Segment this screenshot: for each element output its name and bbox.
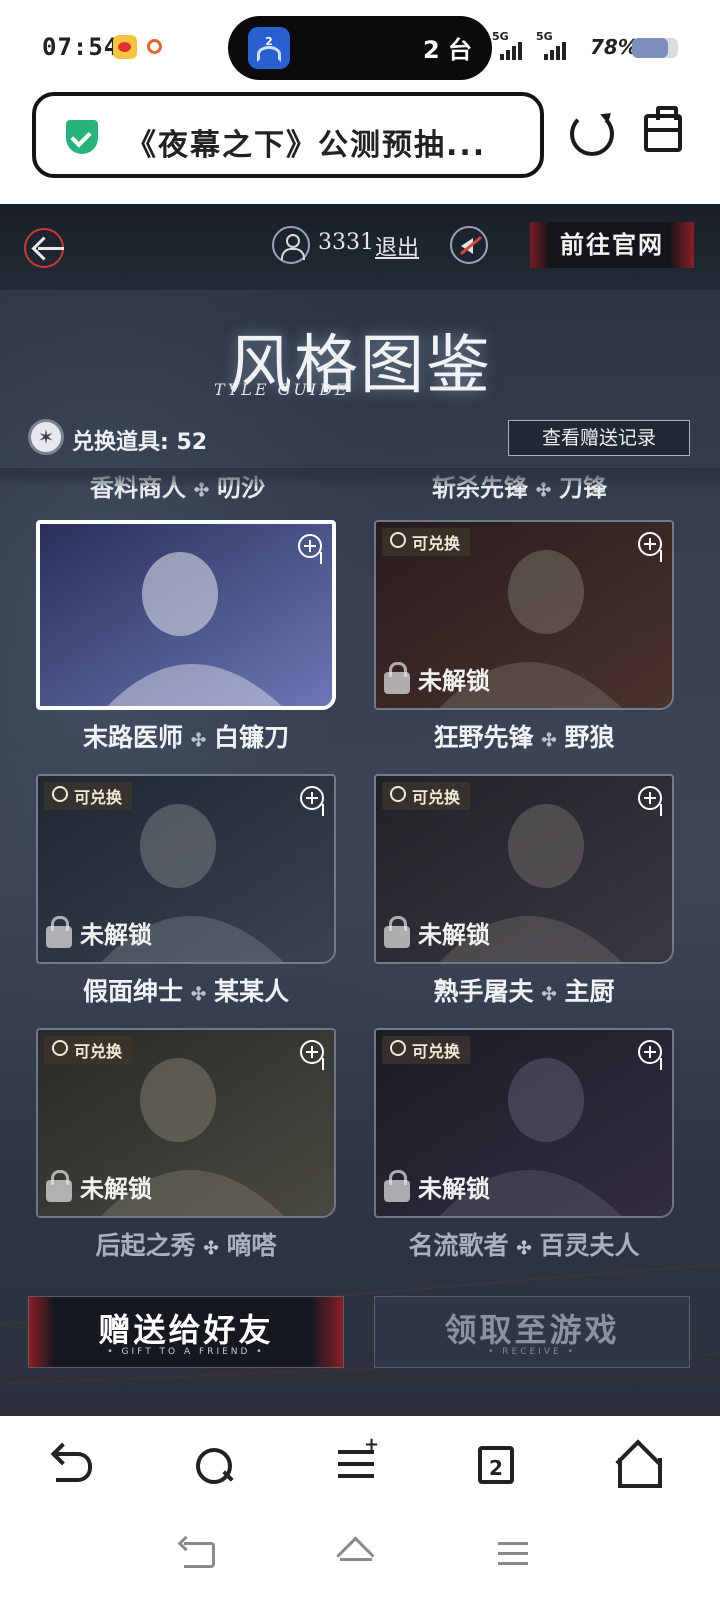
lock-icon bbox=[384, 916, 410, 948]
page-subtitle: TYLE GUIDE bbox=[214, 380, 350, 399]
battery-percent: 78% bbox=[590, 35, 638, 59]
zoom-in-icon[interactable] bbox=[638, 532, 662, 556]
lock-icon bbox=[46, 916, 72, 948]
official-site-button[interactable]: 前往官网 bbox=[530, 222, 694, 268]
record-notification-icon bbox=[147, 39, 162, 54]
token-icon bbox=[28, 419, 64, 455]
zoom-in-icon[interactable] bbox=[638, 786, 662, 810]
locked-label: 未解锁 bbox=[418, 1175, 490, 1203]
lock-icon bbox=[384, 1170, 410, 1202]
battery-fill bbox=[632, 38, 668, 58]
zoom-in-icon[interactable] bbox=[298, 534, 322, 558]
costume-card-label: 名流歌者 ✣ 百灵夫人 bbox=[408, 1231, 640, 1260]
redeem-icon bbox=[390, 786, 406, 802]
status-bar: 07:54 2 2 台 5G 5G 78% bbox=[0, 0, 720, 92]
character-role: 熟手屠夫 bbox=[433, 977, 534, 1006]
locked-label: 未解锁 bbox=[418, 921, 490, 949]
island-device-count: 2 台 bbox=[422, 36, 472, 64]
gift-record-button[interactable]: 查看赠送记录 bbox=[508, 420, 690, 456]
costume-card-label: 后起之秀 ✣ 嘀嗒 bbox=[95, 1231, 277, 1260]
redeem-icon bbox=[52, 786, 68, 802]
search-icon[interactable] bbox=[192, 1444, 236, 1488]
system-recents-icon[interactable] bbox=[494, 1536, 534, 1570]
costume-name: 野狼 bbox=[564, 723, 615, 752]
character-role: 狂野先锋 bbox=[433, 723, 534, 752]
user-icon bbox=[272, 226, 310, 264]
costume-name: 某某人 bbox=[214, 977, 290, 1006]
character-role: 末路医师 bbox=[82, 723, 183, 752]
page-title: 风格图鉴 bbox=[228, 329, 492, 403]
address-bar[interactable]: 《夜幕之下》公测预抽... bbox=[32, 92, 544, 178]
user-id: 3331 bbox=[318, 230, 374, 255]
signal-icon-2: 5G bbox=[536, 30, 576, 60]
costume-card-label: 狂野先锋 ✣ 野狼 bbox=[433, 723, 615, 752]
character-role: 名流歌者 bbox=[408, 1231, 509, 1260]
game-page: 3331 退出 前往官网 风格图鉴 TYLE GUIDE 兑换道具: 52 查看… bbox=[0, 204, 720, 1416]
weibo-notification-icon bbox=[113, 35, 137, 59]
redeemable-badge: 可兑换 bbox=[44, 782, 133, 810]
character-role: 后起之秀 bbox=[95, 1231, 196, 1260]
sound-off-icon[interactable] bbox=[450, 226, 488, 264]
character-role: 假面绅士 bbox=[82, 977, 183, 1006]
dynamic-island[interactable]: 2 2 台 bbox=[228, 16, 492, 80]
receive-to-game-button[interactable]: 领取至游戏 • RECEIVE • bbox=[374, 1296, 690, 1368]
costume-card-label: 假面绅士 ✣ 某某人 bbox=[82, 977, 290, 1006]
back-arrow-icon[interactable] bbox=[24, 228, 64, 268]
redeem-icon bbox=[390, 532, 406, 548]
costume-artwork bbox=[40, 524, 332, 706]
signal-icon-1: 5G bbox=[492, 30, 532, 60]
costume-card-label: 末路医师 ✣ 白镰刀 bbox=[82, 723, 290, 752]
token-count: 兑换道具: 52 bbox=[72, 430, 208, 455]
costume-card[interactable]: 可兑换未解锁 bbox=[374, 1028, 674, 1218]
zoom-in-icon[interactable] bbox=[300, 1040, 324, 1064]
redeemable-badge: 可兑换 bbox=[382, 1036, 471, 1064]
zoom-in-icon[interactable] bbox=[300, 786, 324, 810]
logout-link[interactable]: 退出 bbox=[375, 230, 419, 262]
back-icon[interactable] bbox=[52, 1444, 96, 1488]
game-header: 3331 退出 前往官网 bbox=[0, 204, 720, 290]
costume-name: 嘀嗒 bbox=[226, 1231, 277, 1260]
costume-card[interactable]: 可兑换未解锁 bbox=[374, 520, 674, 710]
redeemable-badge: 可兑换 bbox=[382, 528, 471, 556]
menu-icon[interactable] bbox=[334, 1434, 379, 1488]
redeem-icon bbox=[390, 1040, 406, 1056]
costume-card[interactable] bbox=[36, 520, 336, 710]
lock-icon bbox=[46, 1170, 72, 1202]
costume-name: 百灵夫人 bbox=[539, 1231, 640, 1260]
costume-name: 白镰刀 bbox=[214, 723, 290, 752]
battery-icon bbox=[632, 38, 678, 58]
system-back-icon[interactable] bbox=[180, 1536, 220, 1570]
redeemable-badge: 可兑换 bbox=[382, 782, 471, 810]
secure-shield-icon bbox=[66, 120, 98, 154]
tabs-button[interactable]: 2 bbox=[478, 1446, 514, 1484]
redeemable-badge: 可兑换 bbox=[44, 1036, 133, 1064]
costume-card[interactable]: 可兑换未解锁 bbox=[374, 774, 674, 964]
toolbox-icon[interactable] bbox=[644, 106, 682, 152]
lock-icon bbox=[384, 662, 410, 694]
page-title-in-address-bar: 《夜幕之下》公测预抽... bbox=[126, 128, 487, 163]
costume-name: 主厨 bbox=[564, 977, 615, 1006]
tab-count: 2 bbox=[489, 1456, 503, 1480]
costume-card-label: 熟手屠夫 ✣ 主厨 bbox=[433, 977, 615, 1006]
system-nav-bar bbox=[0, 1516, 720, 1600]
redeem-icon bbox=[52, 1040, 68, 1056]
gift-to-friend-button[interactable]: 赠送给好友 • GIFT TO A FRIEND • bbox=[28, 1296, 344, 1368]
locked-label: 未解锁 bbox=[80, 921, 152, 949]
locked-label: 未解锁 bbox=[80, 1175, 152, 1203]
costume-card[interactable]: 可兑换未解锁 bbox=[36, 1028, 336, 1218]
home-icon[interactable] bbox=[614, 1444, 662, 1488]
zoom-in-icon[interactable] bbox=[638, 1040, 662, 1064]
browser-toolbar: 2 bbox=[0, 1416, 720, 1516]
status-time: 07:54 bbox=[42, 33, 120, 61]
cast-app-icon: 2 bbox=[248, 27, 290, 69]
system-home-icon[interactable] bbox=[336, 1536, 376, 1570]
costume-card[interactable]: 可兑换未解锁 bbox=[36, 774, 336, 964]
locked-label: 未解锁 bbox=[418, 667, 490, 695]
reload-icon[interactable] bbox=[570, 112, 614, 156]
